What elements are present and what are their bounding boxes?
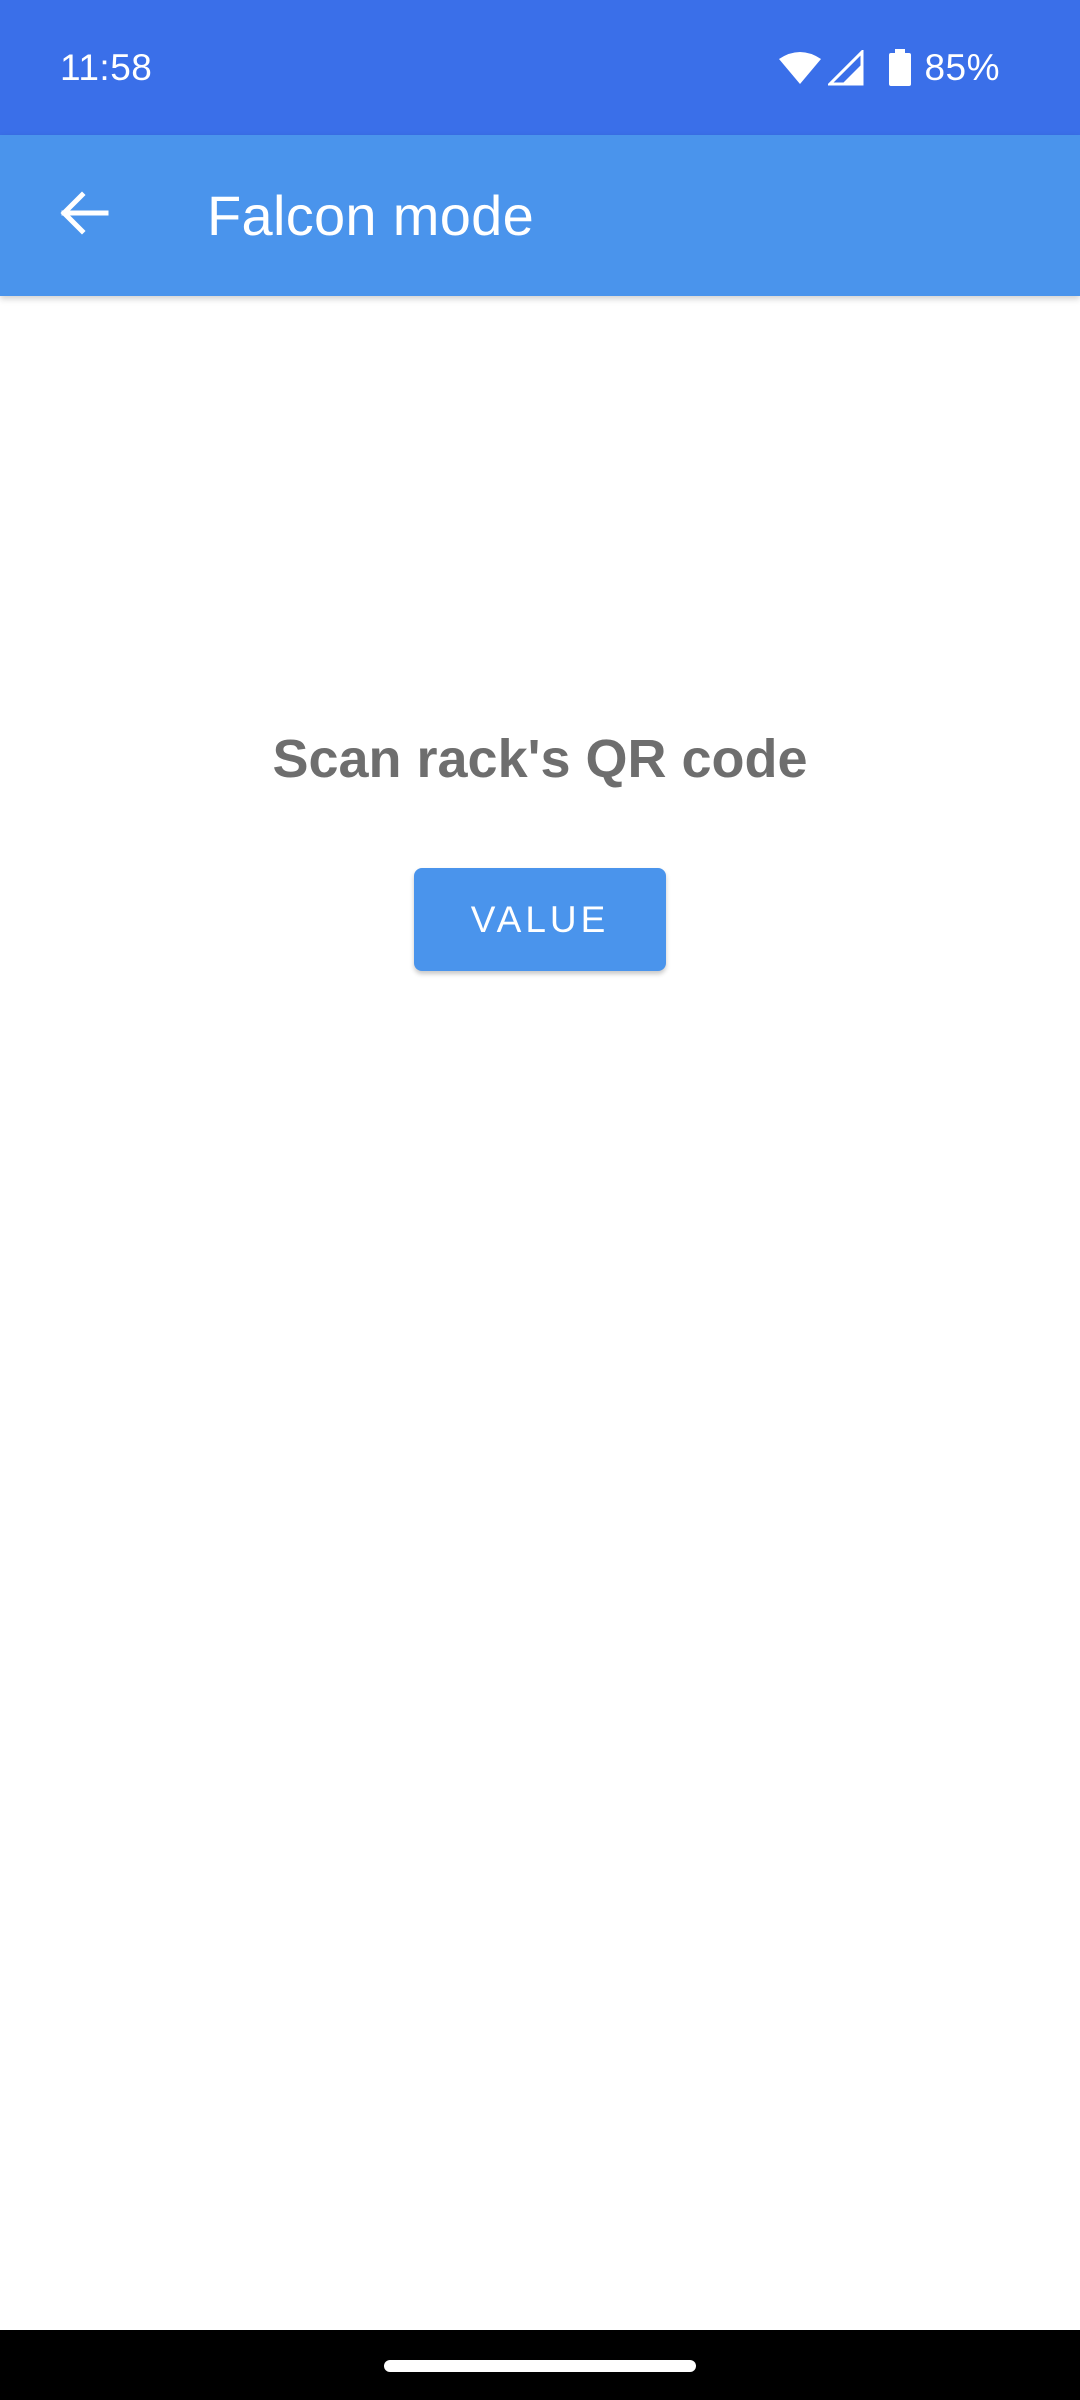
status-bar: 11:58 85% (0, 0, 1080, 135)
main-content: Scan rack's QR code VALUE (0, 296, 1080, 2330)
wifi-icon (778, 51, 822, 85)
status-time: 11:58 (60, 47, 153, 88)
battery-percent: 85% (924, 46, 1000, 88)
gesture-home-handle[interactable] (384, 2360, 696, 2372)
navigation-bar (0, 2330, 1080, 2400)
page-title: Falcon mode (207, 184, 535, 247)
scan-prompt-text: Scan rack's QR code (272, 729, 808, 789)
app-bar: Falcon mode (0, 135, 1080, 296)
battery-icon (888, 48, 912, 87)
value-button[interactable]: VALUE (414, 868, 666, 971)
back-button[interactable] (36, 167, 132, 263)
arrow-back-icon (58, 187, 110, 244)
status-icons: 85% (778, 0, 1000, 135)
cell-signal-icon (828, 49, 864, 86)
